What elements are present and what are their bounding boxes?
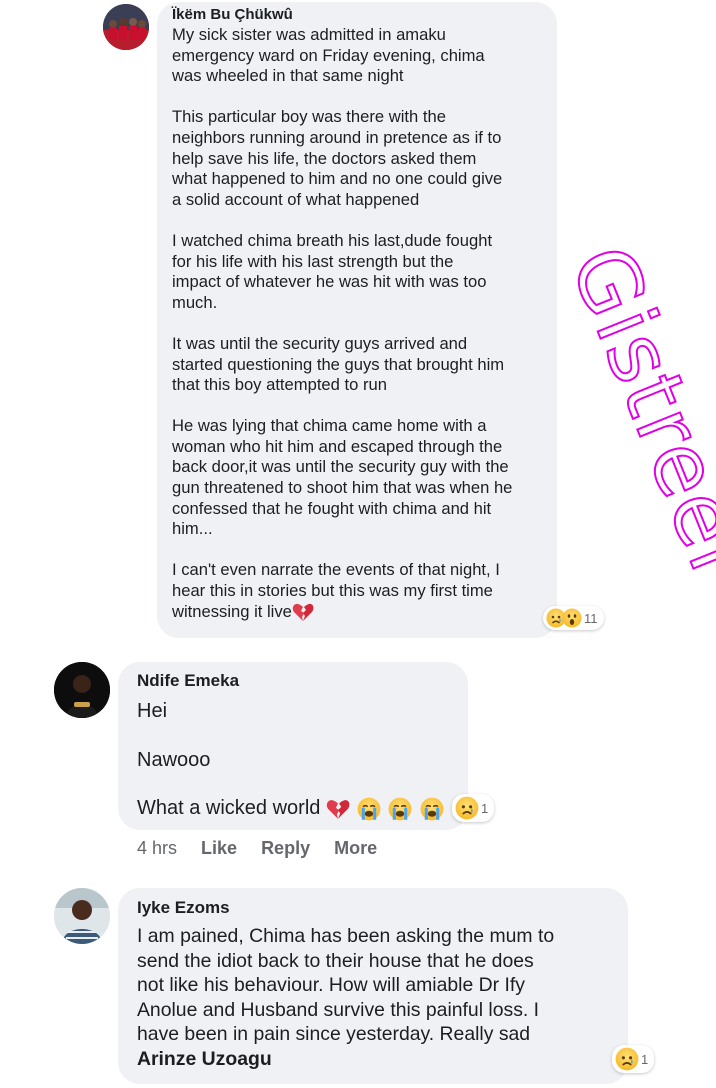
person-photo-icon (54, 662, 110, 718)
avatar-ndife[interactable] (54, 662, 110, 718)
reaction-count: 1 (641, 1051, 649, 1067)
comment-paragraph: My sick sister was admitted in amaku eme… (172, 25, 485, 86)
reaction-count: 11 (584, 610, 598, 626)
crying-face-icon (420, 797, 444, 821)
watermark: Gistreel (550, 232, 716, 586)
avatar-iyke[interactable] (54, 888, 110, 944)
comment-bubble: Ndife Emeka Hei Nawooo What a wicked wor… (118, 662, 468, 830)
tagged-user-link[interactable]: Arinze Uzoagu (137, 1048, 272, 1070)
broken-heart-icon (326, 799, 350, 819)
like-button[interactable]: Like (201, 838, 237, 859)
comment-bubble: Iyke Ezoms I am pained, Chima has been a… (118, 888, 628, 1084)
comment-paragraph: What a wicked world (137, 797, 321, 819)
comment-paragraph: I can't even narrate the events of that … (172, 560, 500, 621)
comment-paragraph: He was lying that chima came home with a… (172, 416, 513, 539)
comment-paragraph: I watched chima breath his last,dude fou… (172, 230, 493, 312)
crying-face-icon (357, 797, 380, 821)
person-photo-icon (54, 888, 110, 944)
reaction-summary[interactable]: 1 (612, 1045, 655, 1073)
comment-text: I am pained, Chima has been asking the m… (137, 925, 555, 1045)
comment-paragraph: It was until the security guys arrived a… (172, 333, 505, 395)
more-button[interactable]: More (334, 838, 377, 859)
comment-bubble: Ïkëm Bu Çhükwû My sick sister was admitt… (157, 2, 557, 638)
comment-timestamp[interactable]: 4 hrs (137, 838, 177, 859)
reaction-count: 1 (481, 800, 489, 816)
comment-actions: 4 hrs Like Reply More (137, 838, 377, 859)
comment-author[interactable]: Ïkëm Bu Çhükwû (172, 6, 557, 23)
wow-face-icon (562, 608, 582, 628)
reaction-summary[interactable]: 1 (452, 794, 495, 822)
comment-paragraph: This particular boy was there with the n… (172, 107, 503, 209)
avatar-ikem[interactable] (103, 4, 149, 50)
comment-author[interactable]: Ndife Emeka (137, 671, 468, 691)
sad-face-icon (455, 796, 479, 820)
comment-paragraph: Nawooo (137, 748, 211, 771)
reaction-summary[interactable]: 11 (543, 606, 604, 630)
broken-heart-icon (292, 604, 314, 622)
comment-paragraph: Hei (137, 700, 168, 722)
comment-author[interactable]: Iyke Ezoms (137, 898, 628, 918)
crying-face-icon (388, 797, 412, 821)
team-photo-icon (103, 4, 149, 50)
sad-face-icon (615, 1047, 639, 1071)
reply-button[interactable]: Reply (261, 838, 310, 859)
